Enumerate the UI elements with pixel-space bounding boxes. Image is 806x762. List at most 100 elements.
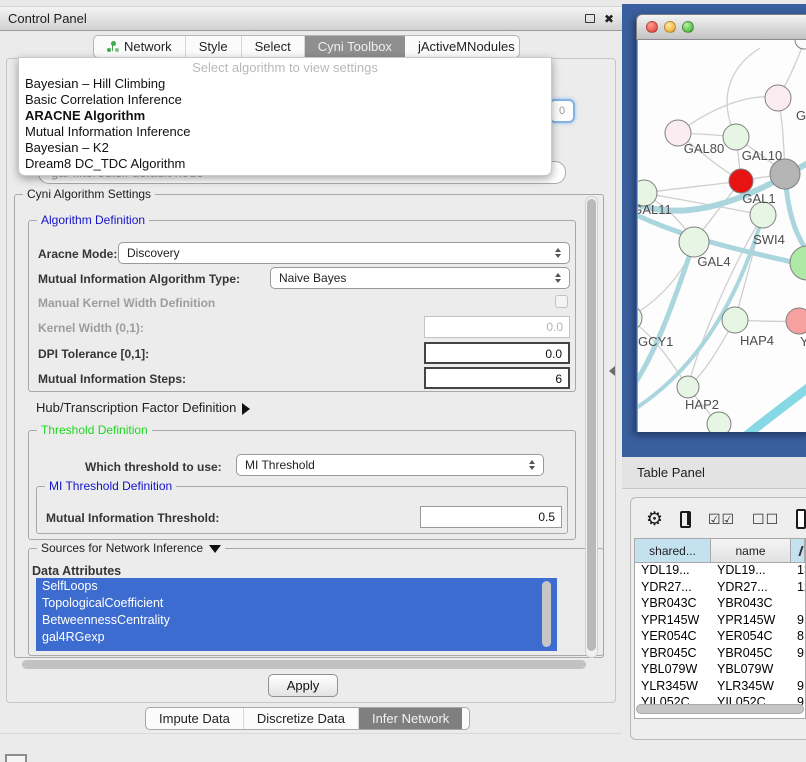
- dpi-tolerance-label: DPI Tolerance [0,1]:: [38, 347, 149, 361]
- attribute-item[interactable]: SelfLoops: [36, 578, 557, 595]
- table-row[interactable]: YLR345WYLR345W9.: [635, 679, 805, 696]
- sources-title: Sources for Network Inference: [37, 541, 225, 555]
- table-cell: 9.: [791, 613, 805, 630]
- attribute-item[interactable]: gal4RGexp: [36, 629, 557, 646]
- dpi-tolerance-field[interactable]: 0.0: [424, 342, 570, 364]
- table-cell: YBR043C: [635, 596, 711, 613]
- table-panel-titlebar: Table Panel: [622, 457, 806, 489]
- settings-hscrollbar-thumb[interactable]: [22, 660, 586, 669]
- export-file-icon[interactable]: [796, 509, 806, 529]
- kernel-width-field[interactable]: 0.0: [424, 316, 570, 338]
- panel-collapse-arrow-icon[interactable]: [609, 366, 615, 376]
- zoom-window-icon[interactable]: [682, 21, 694, 33]
- network-node[interactable]: [723, 124, 749, 150]
- network-node[interactable]: [722, 307, 748, 333]
- close-window-icon[interactable]: [646, 21, 658, 33]
- algorithm-option[interactable]: ARACNE Algorithm: [19, 108, 551, 124]
- data-attributes-label: Data Attributes: [32, 564, 121, 578]
- expanded-arrow-icon[interactable]: [209, 545, 221, 553]
- tab-discretize-data[interactable]: Discretize Data: [244, 708, 359, 729]
- tab-style[interactable]: Style: [186, 36, 242, 57]
- gear-icon[interactable]: ⚙: [646, 510, 663, 529]
- network-edge[interactable]: [727, 48, 760, 137]
- column-header-partial[interactable]: [791, 539, 805, 562]
- which-threshold-combo[interactable]: MI Threshold: [236, 454, 544, 476]
- table-cell: YBL079W: [711, 662, 791, 679]
- column-header-name[interactable]: name: [711, 539, 791, 562]
- network-node[interactable]: [790, 246, 806, 280]
- table-row[interactable]: YBR043CYBR043C: [635, 596, 805, 613]
- select-all-checks-icon[interactable]: ☑☑: [708, 511, 735, 528]
- table-row[interactable]: YER054CYER054C8.: [635, 629, 805, 646]
- settings-vscrollbar-thumb[interactable]: [587, 199, 596, 651]
- deselect-all-checks-icon[interactable]: ☐☐: [752, 511, 779, 528]
- algorithm-option[interactable]: Mutual Information Inference: [19, 124, 551, 140]
- node-attribute-table[interactable]: shared... name YDL19...YDL19...13YDR27..…: [634, 538, 806, 719]
- mi-steps-field[interactable]: 6: [424, 367, 570, 389]
- tab-cyni-toolbox[interactable]: Cyni Toolbox: [305, 36, 405, 57]
- control-panel-title: Control Panel: [8, 11, 87, 26]
- attribute-item[interactable]: TopologicalCoefficient: [36, 595, 557, 612]
- network-node[interactable]: [770, 159, 800, 189]
- hub-definition-toggle[interactable]: Hub/Transcription Factor Definition: [36, 400, 250, 415]
- attribute-item[interactable]: BetweennessCentrality: [36, 612, 557, 629]
- node-label: HAP2: [685, 397, 719, 412]
- mi-threshold-title: MI Threshold Definition: [45, 479, 176, 493]
- tab-network[interactable]: Network: [94, 36, 186, 57]
- table-row[interactable]: YBL079WYBL079W: [635, 662, 805, 679]
- float-panel-icon[interactable]: [585, 14, 595, 23]
- table-row[interactable]: YDL19...YDL19...13: [635, 563, 805, 580]
- network-node[interactable]: [677, 376, 699, 398]
- aracne-mode-combo[interactable]: Discovery: [118, 242, 570, 264]
- columns-icon[interactable]: [680, 511, 691, 528]
- node-label: GAL1: [742, 191, 775, 206]
- algorithm-option[interactable]: Dream8 DC_TDC Algorithm: [19, 156, 551, 172]
- mi-threshold-field[interactable]: 0.5: [420, 506, 562, 528]
- network-node[interactable]: [679, 227, 709, 257]
- algorithm-option[interactable]: Bayesian – Hill Climbing: [19, 76, 551, 92]
- manual-kernel-checkbox[interactable]: [555, 295, 568, 308]
- apply-button[interactable]: Apply: [268, 674, 338, 697]
- network-node[interactable]: [707, 412, 731, 432]
- control-panel-tabbar: Network Style Select Cyni Toolbox jActiv…: [93, 35, 520, 58]
- table-row[interactable]: YDR27...YDR27...12: [635, 580, 805, 597]
- network-node[interactable]: [795, 40, 806, 49]
- network-edge[interactable]: [644, 181, 741, 193]
- data-attributes-list[interactable]: SelfLoopsTopologicalCoefficientBetweenne…: [36, 578, 557, 651]
- tab-jactivemnodules[interactable]: jActiveMNodules: [405, 36, 520, 57]
- node-label: GAL: [796, 108, 806, 123]
- network-window-titlebar[interactable]: [636, 14, 806, 40]
- table-cell: YBR045C: [635, 646, 711, 663]
- algorithm-option[interactable]: Bayesian – K2: [19, 140, 551, 156]
- column-header-shared-name[interactable]: shared...: [635, 539, 711, 562]
- algorithm-dropdown-list: Select algorithm to view settings Bayesi…: [18, 57, 552, 176]
- table-row[interactable]: YBR045CYBR045C9.: [635, 646, 805, 663]
- network-node[interactable]: [729, 169, 753, 193]
- network-canvas: GALGAL80GAL10GAL1GAL11SWI4GAL4GCY1HAP4YH…: [638, 40, 806, 432]
- cyni-mode-tabbar: Impute Data Discretize Data Infer Networ…: [145, 707, 470, 730]
- table-hscrollbar-thumb[interactable]: [636, 704, 804, 714]
- tab-select[interactable]: Select: [242, 36, 305, 57]
- table-cell: YDL19...: [711, 563, 791, 580]
- cyni-settings-title: Cyni Algorithm Settings: [23, 187, 155, 201]
- table-cell: YBR043C: [711, 596, 791, 613]
- focused-spinner-fragment[interactable]: 0: [549, 99, 575, 123]
- tab-infer-network[interactable]: Infer Network: [359, 708, 462, 729]
- attributes-scrollbar[interactable]: [542, 581, 551, 647]
- application-root: Control Panel ✖ Network Style Select Cyn…: [0, 0, 806, 762]
- network-node[interactable]: [786, 308, 806, 334]
- close-panel-icon[interactable]: ✖: [604, 12, 614, 26]
- table-cell: 8.: [791, 629, 805, 646]
- network-view[interactable]: GALGAL80GAL10GAL1GAL11SWI4GAL4GCY1HAP4YH…: [637, 40, 806, 432]
- minimize-window-icon[interactable]: [664, 21, 676, 33]
- table-row[interactable]: YPR145WYPR145W9.: [635, 613, 805, 630]
- table-cell: [791, 662, 805, 679]
- tab-impute-data[interactable]: Impute Data: [146, 708, 244, 729]
- table-cell: YDL19...: [635, 563, 711, 580]
- control-panel-titlebar: Control Panel ✖: [0, 7, 622, 31]
- network-node[interactable]: [765, 85, 791, 111]
- mi-algorithm-type-combo[interactable]: Naive Bayes: [270, 267, 570, 289]
- node-label: GCY1: [638, 334, 673, 349]
- algorithm-option[interactable]: Basic Correlation Inference: [19, 92, 551, 108]
- collapsed-panel-icon[interactable]: [5, 754, 27, 762]
